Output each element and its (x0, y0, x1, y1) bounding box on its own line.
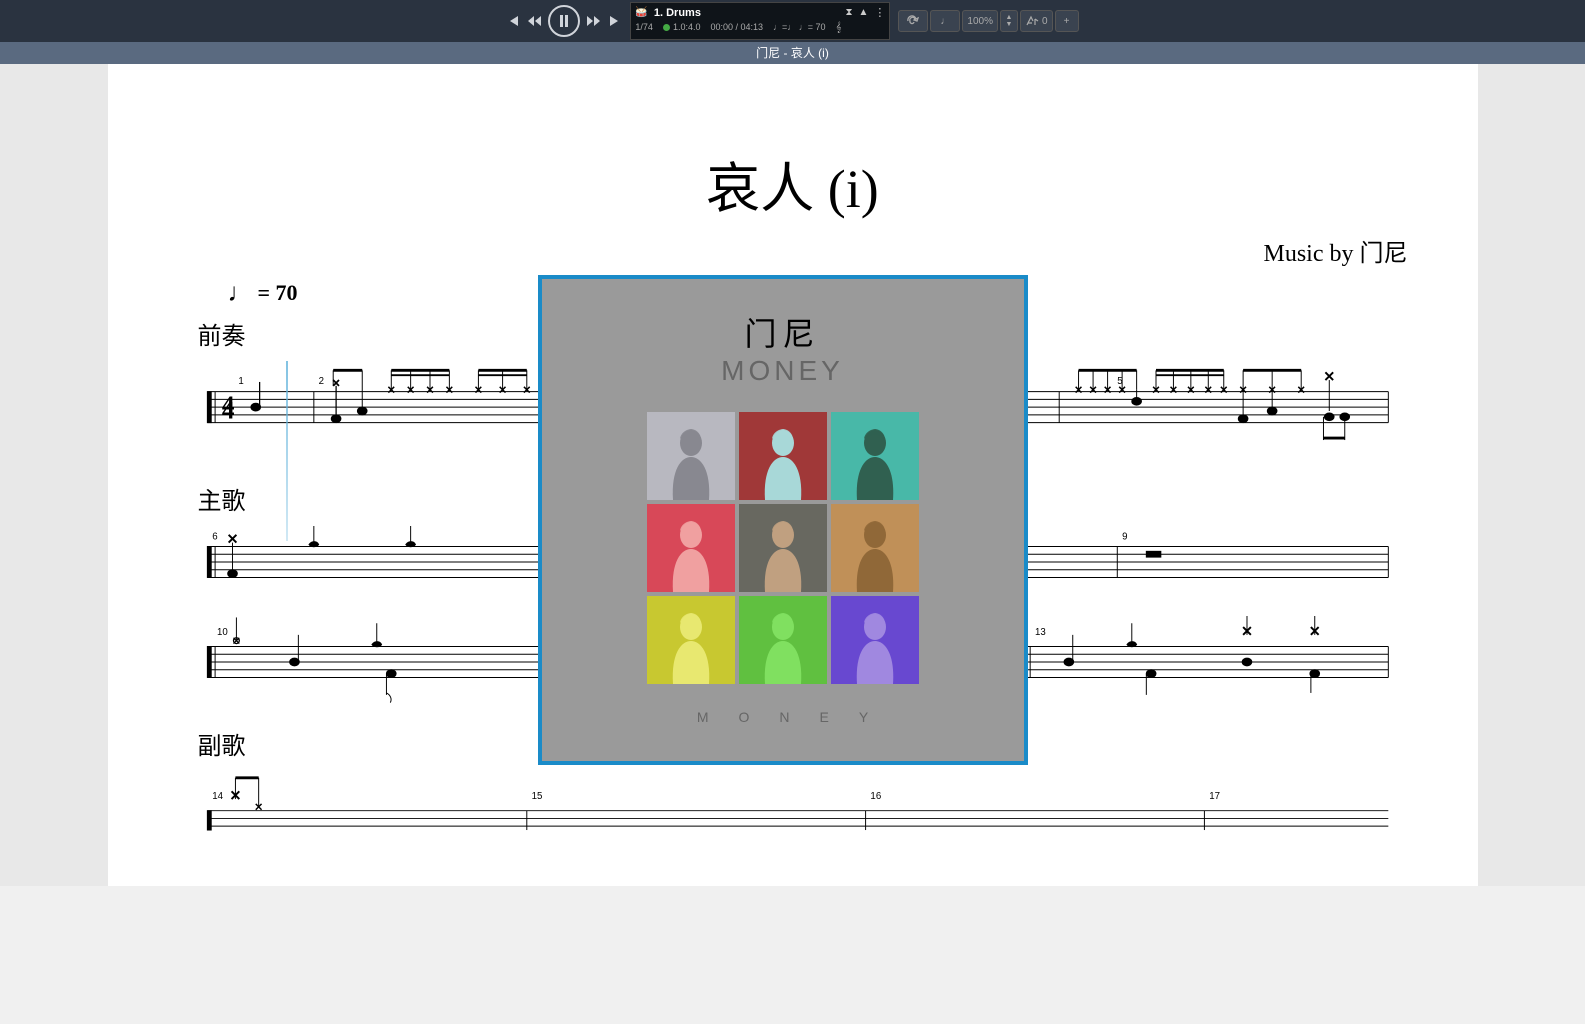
play-pause-button[interactable] (548, 5, 580, 37)
forward-button[interactable] (586, 14, 602, 28)
svg-text:6: 6 (212, 532, 217, 543)
zoom-display[interactable]: 100% (962, 10, 998, 32)
svg-text:17: 17 (1209, 791, 1220, 802)
album-grid-cell (739, 504, 827, 592)
svg-text:2: 2 (318, 376, 323, 387)
notation-row-4: 14 15 16 17 (188, 771, 1398, 831)
transpose-button[interactable]: 0 (1020, 10, 1053, 32)
album-grid-cell (647, 504, 735, 592)
svg-text:14: 14 (212, 791, 223, 802)
album-grid-cell (647, 412, 735, 500)
album-grid-cell (739, 412, 827, 500)
hourglass-icon[interactable]: ⧗ (845, 7, 852, 18)
score-view[interactable]: 哀人 (i) Music by 门尼 ♩ = 70 前奏 4 (0, 64, 1585, 886)
drum-icon: 🥁 (635, 7, 647, 18)
album-grid-cell (739, 596, 827, 684)
album-grid-cell (831, 412, 919, 500)
svg-text:13: 13 (1035, 627, 1046, 638)
loop-button[interactable] (898, 10, 928, 32)
tempo-info: ♩=♩ ♩= 70 (773, 22, 826, 32)
metronome-icon[interactable]: ▲ (859, 7, 869, 18)
svg-text:9: 9 (1122, 532, 1127, 543)
skip-end-button[interactable] (608, 14, 622, 28)
time-display: 00:00 / 04:13 (710, 22, 763, 32)
svg-text:10: 10 (217, 627, 228, 638)
skip-start-button[interactable] (506, 14, 520, 28)
svg-text:4: 4 (221, 398, 234, 425)
svg-text:1: 1 (238, 376, 243, 387)
album-grid (647, 412, 919, 684)
composer-credit: Music by 门尼 (168, 233, 1408, 268)
track-info-panel[interactable]: 🥁 1. Drums ⧗ ▲ ⋮ 1/74 1.0:4.0 00:00 / 04… (630, 2, 890, 40)
album-grid-cell (831, 596, 919, 684)
speed-note-icon[interactable]: ♩ (930, 10, 960, 32)
right-toolbar: ♩ 100% ▲▼ 0 + (898, 10, 1078, 32)
album-art-overlay[interactable]: 门尼 MONEY M (538, 275, 1028, 765)
album-footer-text: MONEY (667, 709, 898, 725)
add-button[interactable]: + (1055, 10, 1079, 32)
beat-position: 1.0:4.0 (673, 22, 701, 32)
svg-text:16: 16 (870, 791, 881, 802)
score-page: 哀人 (i) Music by 门尼 ♩ = 70 前奏 4 (108, 64, 1478, 886)
zoom-stepper[interactable]: ▲▼ (1000, 10, 1018, 32)
song-title: 哀人 (i) (168, 144, 1418, 223)
album-logo: 门尼 MONEY (721, 309, 844, 387)
tuning-fork-icon[interactable]: 𝄞 (836, 22, 842, 33)
playhead-cursor (286, 361, 288, 541)
album-grid-cell (831, 504, 919, 592)
track-name: 1. Drums (654, 7, 701, 19)
track-menu-icon[interactable]: ⋮ (874, 6, 885, 19)
bar-position: 1/74 (635, 22, 653, 32)
staff-line-4[interactable]: 14 15 16 17 (188, 771, 1398, 831)
status-dot-icon (663, 24, 670, 31)
transport-controls (506, 5, 622, 37)
document-title-bar: 门尼 - 哀人 (i) (0, 42, 1585, 64)
rewind-button[interactable] (526, 14, 542, 28)
album-grid-cell (647, 596, 735, 684)
svg-text:15: 15 (531, 791, 542, 802)
top-toolbar: 🥁 1. Drums ⧗ ▲ ⋮ 1/74 1.0:4.0 00:00 / 04… (0, 0, 1585, 42)
